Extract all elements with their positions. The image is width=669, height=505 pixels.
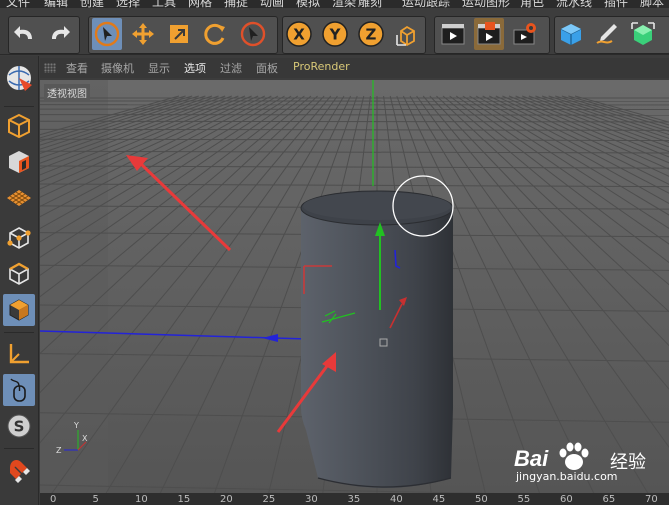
menu-tools[interactable]: 工具: [152, 0, 176, 8]
viewport-menu-view[interactable]: 查看: [66, 60, 88, 76]
cube-icon[interactable]: [556, 18, 586, 50]
menu-create[interactable]: 创建: [80, 0, 104, 8]
subdivision-icon[interactable]: [628, 18, 658, 50]
undo-icon[interactable]: [10, 18, 40, 50]
menu-script[interactable]: 脚本: [640, 0, 664, 8]
viewport-menu-filter[interactable]: 过滤: [220, 60, 242, 76]
menu-edit[interactable]: 编辑: [44, 0, 68, 8]
menu-character[interactable]: 角色: [520, 0, 544, 8]
redo-icon[interactable]: [44, 18, 74, 50]
make-editable-icon[interactable]: [3, 62, 35, 94]
snap-icon[interactable]: S: [3, 410, 35, 442]
menu-mesh[interactable]: 网格: [188, 0, 212, 8]
z-axis-lock-button[interactable]: Z: [356, 18, 386, 50]
timeline-tick-label: 40: [390, 494, 403, 505]
toolbar-divider: [4, 448, 34, 449]
timeline-tick-label: 50: [475, 494, 488, 505]
x-axis-lock-button[interactable]: X: [284, 18, 314, 50]
timeline-tick-label: 5: [92, 494, 99, 505]
select-recent-icon[interactable]: [238, 18, 268, 50]
timeline-tick-label: 55: [517, 494, 531, 505]
timeline-tick-label: 20: [220, 494, 233, 505]
paw-icon: [559, 442, 589, 470]
timeline-tick-label: 35: [347, 494, 361, 505]
menu-mograph[interactable]: 运动图形: [462, 0, 510, 8]
viewport-menu-cameras[interactable]: 摄像机: [101, 60, 134, 76]
viewport-menu-panel[interactable]: 面板: [256, 60, 278, 76]
viewport-menu-options[interactable]: 选项: [184, 60, 206, 76]
svg-text:S: S: [14, 418, 25, 436]
select-live-icon[interactable]: [92, 18, 122, 50]
timeline-tick-label: 70: [645, 494, 658, 505]
menu-plugins[interactable]: 插件: [604, 0, 628, 8]
render-view-icon[interactable]: [438, 18, 468, 50]
mode-toolbar: S: [0, 56, 39, 505]
texture-mode-icon[interactable]: [3, 146, 35, 178]
x-axis-label: X: [293, 26, 305, 44]
y-axis-lock-button[interactable]: Y: [320, 18, 350, 50]
gizmo-y-label: Y: [73, 421, 79, 430]
timeline-tick-label: 65: [602, 494, 616, 505]
model-mode-icon[interactable]: [3, 110, 35, 142]
rotate-icon[interactable]: [200, 18, 230, 50]
gizmo-x-label: X: [82, 434, 88, 443]
menu-motion-tracking[interactable]: 运动跟踪: [402, 0, 450, 8]
perspective-viewport[interactable]: Y Z X: [40, 80, 669, 493]
timeline-tick-label: 0: [50, 494, 57, 505]
points-mode-icon[interactable]: [3, 222, 35, 254]
render-picture-viewer-icon[interactable]: [474, 18, 504, 50]
toolbar-divider: [4, 332, 34, 333]
timeline-tick-label: 45: [432, 494, 446, 505]
menu-file[interactable]: 文件: [6, 0, 30, 8]
timeline-tick-label: 10: [135, 494, 148, 505]
menu-animate[interactable]: 动画: [260, 0, 284, 8]
magnet-icon[interactable]: [3, 454, 35, 486]
polygons-mode-icon[interactable]: [3, 294, 35, 326]
move-icon[interactable]: [128, 18, 158, 50]
viewport-menu-prorender[interactable]: ProRender: [293, 60, 350, 73]
watermark-logo: Bai 经验 jingyan.baidu.com: [514, 436, 664, 486]
watermark-url: jingyan.baidu.com: [516, 470, 618, 483]
menu-render[interactable]: 渲染: [332, 0, 356, 8]
timeline-tick-label: 30: [305, 494, 318, 505]
menu-select[interactable]: 选择: [116, 0, 140, 8]
timeline-tick-label: 25: [262, 494, 276, 505]
menu-bar: 文件 编辑 创建 选择 工具 网格 捕捉 动画 模拟 渲染 雕刻 运动跟踪 运动…: [0, 0, 669, 8]
axis-mode-icon[interactable]: [3, 338, 35, 370]
viewport-menu-bar: 查看 摄像机 显示 选项 过滤 面板 ProRender: [40, 58, 669, 78]
menu-sculpt[interactable]: 雕刻: [358, 0, 382, 8]
tweak-mode-icon[interactable]: [3, 374, 35, 406]
workplane-icon[interactable]: [3, 182, 35, 214]
scale-icon[interactable]: [164, 18, 194, 50]
edges-mode-icon[interactable]: [3, 258, 35, 290]
grip-handle[interactable]: [44, 63, 56, 73]
main-toolbar: X Y Z: [0, 8, 669, 55]
viewport-menu-display[interactable]: 显示: [148, 60, 170, 76]
timeline-tick-label: 15: [177, 494, 191, 505]
y-axis-label: Y: [329, 26, 342, 44]
viewport-canvas[interactable]: Y Z X: [40, 80, 669, 493]
timeline-ruler[interactable]: 0 5 10 15 20 25 30 35 40 45 50 55 60 65 70: [40, 493, 669, 505]
world-coordinates-icon[interactable]: [392, 18, 422, 50]
pen-icon[interactable]: [592, 18, 622, 50]
gizmo-z-label: Z: [56, 446, 62, 455]
watermark-brand: Bai: [514, 446, 549, 471]
menu-simulate[interactable]: 模拟: [296, 0, 320, 8]
viewport-title: 透视视图: [44, 84, 90, 101]
toolbar-divider: [4, 106, 34, 107]
menu-snap[interactable]: 捕捉: [224, 0, 248, 8]
render-settings-icon[interactable]: [510, 18, 540, 50]
timeline-tick-label: 60: [560, 494, 573, 505]
z-axis-label: Z: [366, 26, 377, 44]
menu-pipeline[interactable]: 流水线: [556, 0, 592, 8]
